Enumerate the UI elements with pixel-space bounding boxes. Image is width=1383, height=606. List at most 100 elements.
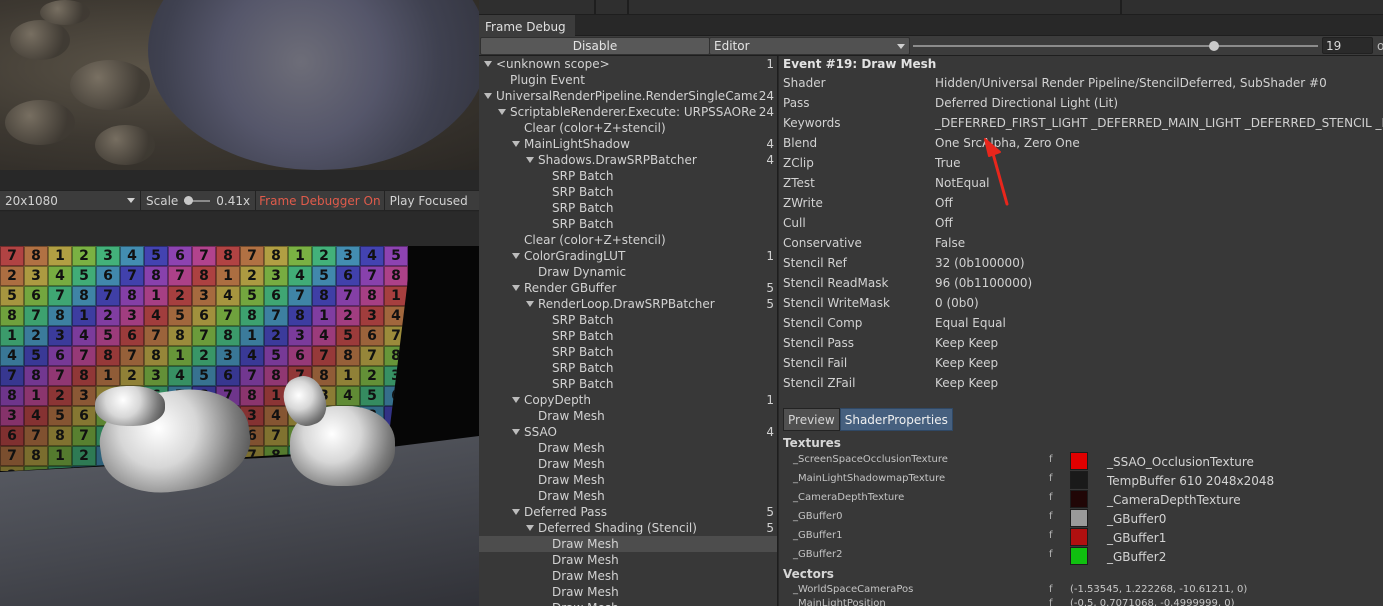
checker-cell: 1 xyxy=(168,346,192,366)
tree-row[interactable]: SSAO 4 xyxy=(479,424,777,440)
property-value: Deferred Directional Light (Lit) xyxy=(935,96,1118,110)
target-dropdown[interactable]: Editor xyxy=(709,37,910,55)
expand-arrow-icon[interactable] xyxy=(484,93,492,99)
texture-row[interactable]: _CameraDepthTexture f _CameraDepthTexture xyxy=(793,490,1383,509)
checker-cell: 4 xyxy=(264,406,288,426)
texture-flag: f xyxy=(1049,549,1053,560)
tree-row[interactable]: Draw Mesh xyxy=(479,488,777,504)
texture-row[interactable]: _MainLightShadowmapTexture f TempBuffer 61… xyxy=(793,471,1383,490)
tree-row[interactable]: ColorGradingLUT 1 xyxy=(479,248,777,264)
texture-thumbnail[interactable] xyxy=(1070,471,1088,489)
tree-row[interactable]: Draw Mesh xyxy=(479,456,777,472)
slider-knob-icon[interactable] xyxy=(184,195,194,205)
texture-row[interactable]: _GBuffer1 f _GBuffer1 xyxy=(793,528,1383,547)
texture-thumbnail[interactable] xyxy=(1070,509,1088,527)
checker-cell: 6 xyxy=(192,306,216,326)
tree-row[interactable]: Draw Mesh xyxy=(479,552,777,568)
tree-row[interactable]: SRP Batch xyxy=(479,168,777,184)
tree-row[interactable]: Draw Mesh xyxy=(479,584,777,600)
checker-cell: 5 xyxy=(360,386,384,406)
property-row: Pass Deferred Directional Light (Lit) xyxy=(783,93,1383,113)
texture-value: _CameraDepthTexture xyxy=(1107,493,1241,507)
expand-arrow-icon[interactable] xyxy=(512,141,520,147)
tab-frame-debug[interactable]: Frame Debug xyxy=(479,15,575,36)
tree-row[interactable]: <unknown scope> 1 xyxy=(479,56,777,72)
tree-row[interactable]: Draw Mesh xyxy=(479,408,777,424)
event-index-field[interactable]: 19 xyxy=(1322,37,1373,54)
tree-row[interactable]: ScriptableRenderer.Execute: URPSSAORende… xyxy=(479,104,777,120)
checker-cell: 8 xyxy=(240,306,264,326)
event-slider[interactable] xyxy=(913,41,1318,51)
property-key: Pass xyxy=(783,96,810,110)
tree-row[interactable]: SRP Batch xyxy=(479,360,777,376)
tree-row[interactable]: Draw Dynamic xyxy=(479,264,777,280)
checker-cell: 7 xyxy=(72,346,96,366)
tree-row[interactable]: Draw Mesh xyxy=(479,568,777,584)
checker-cell: 8 xyxy=(264,246,288,266)
resolution-dropdown[interactable]: 20x1080 xyxy=(0,191,141,210)
vector-value: (-0.5, 0.7071068, -0.4999999, 0) xyxy=(1070,598,1235,606)
texture-name: _GBuffer0 xyxy=(793,511,843,522)
play-mode-dropdown[interactable]: Play Focused xyxy=(385,191,473,210)
checker-cell: 6 xyxy=(0,426,24,446)
expand-arrow-icon[interactable] xyxy=(512,397,520,403)
tree-row[interactable]: CopyDepth 1 xyxy=(479,392,777,408)
slider-knob-icon[interactable] xyxy=(1209,41,1219,51)
scale-slider[interactable] xyxy=(184,195,211,205)
tree-row[interactable]: RenderLoop.DrawSRPBatcher 5 xyxy=(479,296,777,312)
expand-arrow-icon[interactable] xyxy=(526,157,534,163)
play-mode-label: Play Focused xyxy=(389,193,468,208)
expand-arrow-icon[interactable] xyxy=(484,61,492,67)
tree-row[interactable]: SRP Batch xyxy=(479,376,777,392)
tree-row-label: <unknown scope> xyxy=(496,57,610,71)
texture-row[interactable]: _ScreenSpaceOcclusionTexture f _SSAO_Occlu… xyxy=(793,452,1383,471)
tree-row[interactable]: SRP Batch xyxy=(479,344,777,360)
tree-row[interactable]: UniversalRenderPipeline.RenderSingleCame… xyxy=(479,88,777,104)
frame-debugger-status[interactable]: Frame Debugger On xyxy=(256,191,385,210)
tree-row[interactable]: Draw Mesh xyxy=(479,440,777,456)
tree-row[interactable]: SRP Batch xyxy=(479,184,777,200)
tree-row[interactable]: Deferred Pass 5 xyxy=(479,504,777,520)
tree-row[interactable]: Deferred Shading (Stencil) 5 xyxy=(479,520,777,536)
expand-arrow-icon[interactable] xyxy=(512,509,520,515)
tree-row[interactable]: MainLightShadow 4 xyxy=(479,136,777,152)
expand-arrow-icon[interactable] xyxy=(512,285,520,291)
scene-view[interactable] xyxy=(0,0,479,170)
texture-thumbnail[interactable] xyxy=(1070,528,1088,546)
tab-preview[interactable]: Preview xyxy=(783,408,840,431)
texture-thumbnail[interactable] xyxy=(1070,490,1088,508)
tree-row[interactable]: SRP Batch xyxy=(479,312,777,328)
event-tree[interactable]: <unknown scope> 1 Plugin Event UniversalRen… xyxy=(479,56,778,606)
tree-row[interactable]: Draw Mesh xyxy=(479,536,777,552)
tree-row[interactable]: Draw Mesh xyxy=(479,472,777,488)
disable-button[interactable]: Disable xyxy=(480,36,710,55)
expand-arrow-icon[interactable] xyxy=(512,429,520,435)
tree-row[interactable]: Clear (color+Z+stencil) xyxy=(479,232,777,248)
window-tab-bar: Frame Debug xyxy=(479,15,1383,36)
dock-header-strip xyxy=(479,0,1383,15)
texture-thumbnail[interactable] xyxy=(1070,547,1088,565)
tree-row[interactable]: Draw Mesh xyxy=(479,600,777,606)
texture-row[interactable]: _GBuffer2 f _GBuffer2 xyxy=(793,547,1383,566)
tab-shader-properties[interactable]: ShaderProperties xyxy=(839,408,953,431)
tree-row[interactable]: SRP Batch xyxy=(479,200,777,216)
tree-row-label: ScriptableRenderer.Execute: URPSSAORende… xyxy=(510,105,761,119)
checker-cell: 4 xyxy=(288,266,312,286)
texture-row[interactable]: _GBuffer0 f _GBuffer0 xyxy=(793,509,1383,528)
tree-row[interactable]: SRP Batch xyxy=(479,328,777,344)
tab-preview-label: Preview xyxy=(788,412,835,427)
checker-cell: 4 xyxy=(240,346,264,366)
expand-arrow-icon[interactable] xyxy=(512,253,520,259)
tree-row[interactable]: Shadows.DrawSRPBatcher 4 xyxy=(479,152,777,168)
expand-arrow-icon[interactable] xyxy=(526,301,534,307)
tree-row[interactable]: Clear (color+Z+stencil) xyxy=(479,120,777,136)
tree-row[interactable]: SRP Batch xyxy=(479,216,777,232)
game-view[interactable]: 7812345678781234523456787812345678567878… xyxy=(0,246,479,606)
checker-cell: 4 xyxy=(144,306,168,326)
expand-arrow-icon[interactable] xyxy=(498,109,506,115)
tree-row[interactable]: Render GBuffer 5 xyxy=(479,280,777,296)
tree-row[interactable]: Plugin Event xyxy=(479,72,777,88)
texture-thumbnail[interactable] xyxy=(1070,452,1088,470)
expand-arrow-icon[interactable] xyxy=(526,525,534,531)
rock xyxy=(10,20,70,60)
